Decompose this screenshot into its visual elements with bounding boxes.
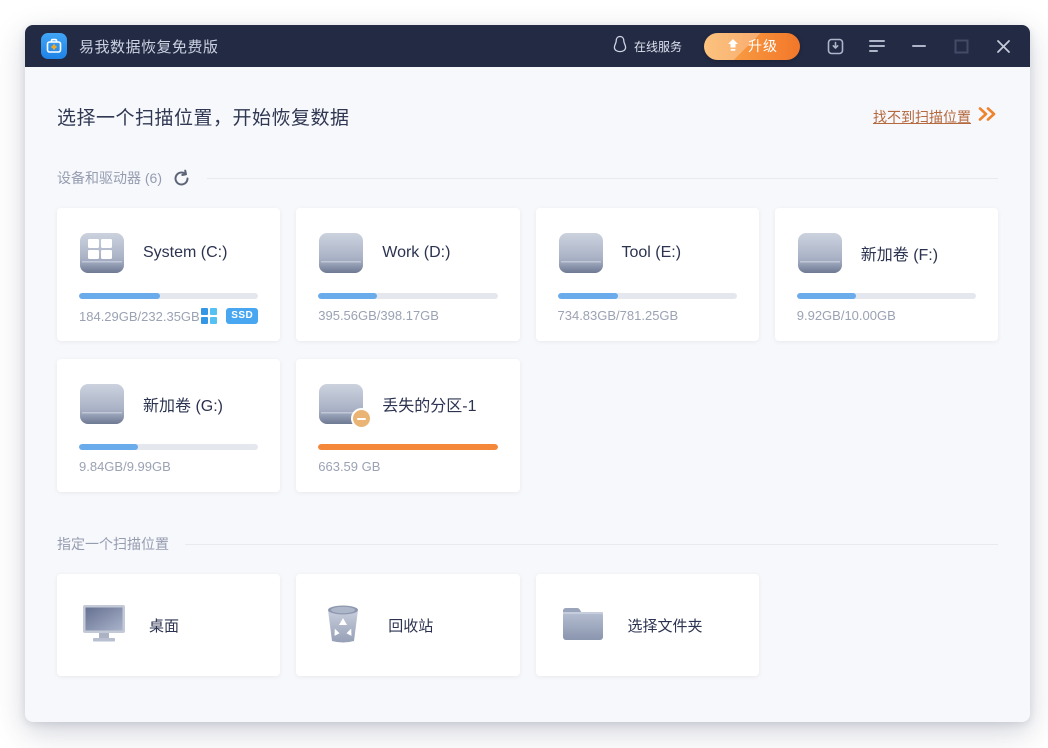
upgrade-label: 升级 <box>748 36 778 56</box>
menu-icon[interactable] <box>868 37 886 55</box>
drive-size: 663.59 GB <box>318 459 380 474</box>
drive-usage-bar <box>79 444 258 450</box>
drive-card[interactable]: System (C:) 184.29GB/232.35GB SSD <box>57 208 280 341</box>
recycle-bin-icon <box>320 602 366 649</box>
drive-usage-fill <box>558 293 619 299</box>
drive-size: 9.92GB/10.00GB <box>797 308 896 323</box>
drive-icon <box>318 383 364 425</box>
drive-icon <box>797 232 843 274</box>
drive-usage-bar <box>79 293 258 299</box>
drive-name: 丢失的分区-1 <box>382 392 476 416</box>
window-controls <box>826 37 1012 55</box>
drive-card[interactable]: 丢失的分区-1 663.59 GB <box>296 359 519 492</box>
drive-usage-fill <box>79 293 160 299</box>
location-card[interactable]: 选择文件夹 <box>536 574 759 676</box>
device-grid: System (C:) 184.29GB/232.35GB SSD <box>57 208 998 492</box>
close-icon[interactable] <box>994 37 1012 55</box>
drive-icon <box>558 232 604 274</box>
drive-usage-fill <box>79 444 138 450</box>
load-session-icon[interactable] <box>826 37 844 55</box>
cannot-find-location-label: 找不到扫描位置 <box>873 107 971 127</box>
cannot-find-location-link[interactable]: 找不到扫描位置 <box>873 107 998 127</box>
section-divider <box>207 178 998 179</box>
location-card[interactable]: 桌面 <box>57 574 280 676</box>
app-logo-icon <box>41 33 67 59</box>
online-service-button[interactable]: 在线服务 <box>612 35 682 58</box>
location-label: 桌面 <box>149 615 179 636</box>
minimize-icon[interactable] <box>910 37 928 55</box>
drive-icon <box>79 383 125 425</box>
drive-size: 184.29GB/232.35GB <box>79 309 200 324</box>
main-content: 选择一个扫描位置，开始恢复数据 找不到扫描位置 设备和驱动器 (6) <box>25 103 1030 676</box>
drive-usage-bar <box>558 293 737 299</box>
drive-card[interactable]: 新加卷 (F:) 9.92GB/10.00GB <box>775 208 998 341</box>
drive-card[interactable]: Tool (E:) 734.83GB/781.25GB <box>536 208 759 341</box>
section-divider <box>185 544 998 545</box>
location-card[interactable]: 回收站 <box>296 574 519 676</box>
desktop-icon <box>81 602 127 649</box>
lost-partition-badge <box>351 408 372 429</box>
drive-size: 9.84GB/9.99GB <box>79 459 171 474</box>
qq-service-icon <box>612 35 628 58</box>
online-service-label: 在线服务 <box>634 38 682 55</box>
maximize-icon[interactable] <box>952 37 970 55</box>
drive-usage-bar <box>318 444 497 450</box>
drive-card[interactable]: 新加卷 (G:) 9.84GB/9.99GB <box>57 359 280 492</box>
location-label: 回收站 <box>388 615 433 636</box>
locations-section-label: 指定一个扫描位置 <box>57 534 169 554</box>
locations-section-header: 指定一个扫描位置 <box>57 534 998 554</box>
drive-size: 395.56GB/398.17GB <box>318 308 439 323</box>
ssd-badge: SSD <box>226 308 258 324</box>
drive-usage-fill <box>318 293 377 299</box>
double-chevron-right-icon <box>978 107 998 126</box>
upgrade-arrow-icon <box>726 38 740 55</box>
drive-name: Tool (E:) <box>622 244 682 262</box>
refresh-icon[interactable] <box>172 169 191 188</box>
titlebar: 易我数据恢复免费版 在线服务 升级 <box>25 25 1030 67</box>
drive-usage-bar <box>797 293 976 299</box>
windows-logo-overlay <box>88 239 112 259</box>
drive-icon <box>318 232 364 274</box>
location-label: 选择文件夹 <box>628 615 703 636</box>
upgrade-button[interactable]: 升级 <box>704 33 800 60</box>
drive-name: 新加卷 (G:) <box>143 392 223 416</box>
drive-icon <box>79 232 125 274</box>
drive-size: 734.83GB/781.25GB <box>558 308 679 323</box>
app-window: 易我数据恢复免费版 在线服务 升级 <box>25 25 1030 722</box>
titlebar-right: 在线服务 升级 <box>612 33 1012 60</box>
app-title: 易我数据恢复免费版 <box>79 36 219 57</box>
devices-section-header: 设备和驱动器 (6) <box>57 168 998 188</box>
location-grid: 桌面 回收站 <box>57 574 998 676</box>
windows-logo-badge <box>201 308 217 324</box>
page-title: 选择一个扫描位置，开始恢复数据 <box>57 103 350 130</box>
devices-section-label: 设备和驱动器 (6) <box>57 168 162 188</box>
drive-card[interactable]: Work (D:) 395.56GB/398.17GB <box>296 208 519 341</box>
drive-usage-bar <box>318 293 497 299</box>
drive-usage-fill <box>797 293 856 299</box>
folder-icon <box>560 603 606 648</box>
drive-name: Work (D:) <box>382 244 450 262</box>
drive-name: System (C:) <box>143 244 227 262</box>
drive-usage-fill <box>318 444 497 450</box>
drive-name: 新加卷 (F:) <box>861 241 938 265</box>
